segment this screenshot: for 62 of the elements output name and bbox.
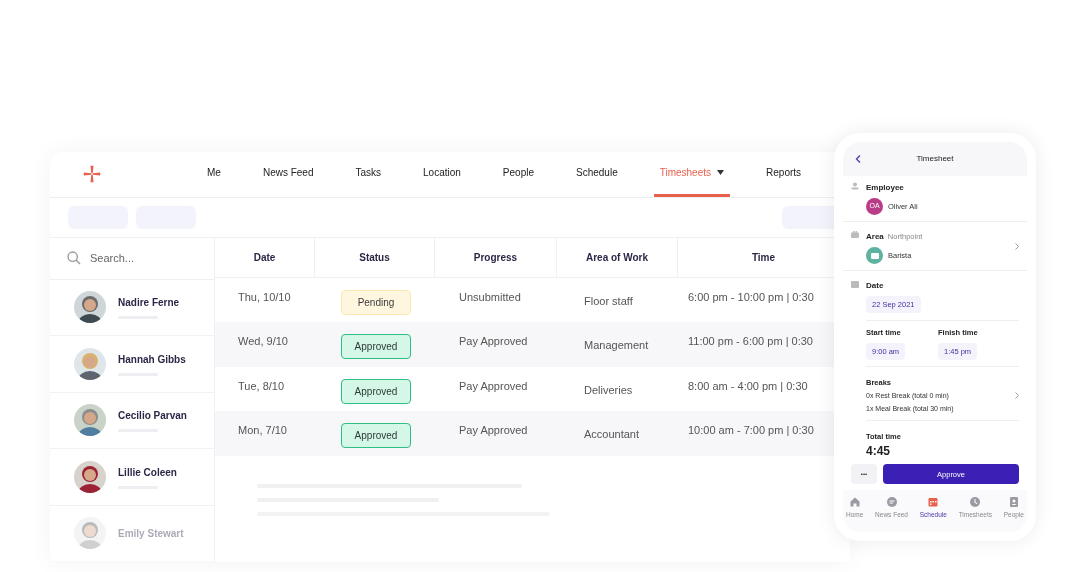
nav-tab[interactable]: Tasks: [349, 152, 388, 197]
nav-tab[interactable]: News Feed: [256, 152, 320, 197]
employee-item[interactable]: Cecilio Parvan: [50, 392, 214, 449]
nav-tab[interactable]: Schedule: [570, 152, 624, 197]
table-cell: Pay Approved: [459, 379, 528, 392]
status-badge: Approved: [341, 378, 411, 404]
table-cell: Accountant: [584, 428, 640, 440]
employee-name: Cecilio Parvan: [118, 409, 187, 424]
nav-tab[interactable]: Timesheets: [653, 152, 731, 197]
chat-icon: [885, 496, 898, 509]
employee-name: Lillie Coleen: [118, 465, 177, 480]
table-cell: 11:00 pm - 6:00 pm | 0:30: [688, 335, 813, 347]
calendar-icon: [851, 280, 859, 288]
table-cell: 6:00 pm - 10:00 pm | 0:30: [688, 290, 814, 303]
status-badge: Approved: [341, 423, 411, 448]
status-badge: Approved: [341, 334, 411, 359]
employee-item[interactable]: Hannah Gibbs: [50, 336, 214, 393]
calendar-icon: [927, 496, 940, 509]
nav-tab[interactable]: People: [496, 152, 540, 197]
column-header: Progress: [435, 237, 557, 277]
search-field[interactable]: Search...: [90, 249, 200, 267]
person-icon: [851, 182, 859, 190]
table-cell: Pay Approved: [459, 424, 528, 436]
caret-icon: [717, 170, 725, 176]
briefcase-icon: [866, 247, 883, 264]
chevron-right-icon[interactable]: [1015, 243, 1019, 250]
table-cell: Pay Approved: [459, 335, 528, 347]
total-time: 4:45: [866, 443, 892, 461]
screen-title: Timesheet: [916, 153, 954, 165]
employee-item[interactable]: Lillie Coleen: [50, 449, 214, 506]
employee-name: Emily Stewart: [118, 526, 184, 541]
employee-item[interactable]: Nadire Ferne: [50, 279, 214, 336]
column-header: Area of Work: [557, 237, 678, 277]
home-icon: [848, 496, 861, 509]
field-label: Employee: [866, 182, 905, 194]
table-cell: Floor staff: [584, 294, 633, 307]
clock-icon: [969, 496, 982, 509]
table-cell: Tue, 8/10: [238, 379, 285, 392]
field-label: Area: [866, 231, 884, 243]
column-header: Date: [215, 237, 315, 277]
logo-icon: [83, 165, 101, 184]
nav-tab[interactable]: Reports: [760, 152, 808, 197]
contact-card-icon: [1007, 496, 1020, 509]
table-cell: Deliveries: [584, 383, 633, 396]
employee-name: Hannah Gibbs: [118, 352, 186, 367]
search-icon: [66, 250, 82, 266]
table-cell: Mon, 7/10: [238, 424, 287, 436]
back-icon[interactable]: [855, 155, 861, 163]
employee-name: Nadire Ferne: [118, 296, 180, 311]
table-cell: Thu, 10/10: [238, 290, 291, 303]
chevron-right-icon[interactable]: [1015, 391, 1019, 399]
briefcase-icon: [851, 231, 859, 238]
nav-tab[interactable]: Me: [201, 152, 227, 197]
column-header: Status: [315, 237, 435, 277]
table-cell: Management: [584, 339, 649, 351]
table-cell: Wed, 9/10: [238, 335, 288, 347]
status-badge: Pending: [341, 289, 411, 315]
table-cell: Unsubmitted: [459, 290, 521, 303]
table-cell: 8:00 am - 4:00 pm | 0:30: [688, 379, 808, 392]
nav-tab[interactable]: Location: [417, 152, 467, 197]
field-label: Date: [866, 280, 885, 292]
table-cell: 10:00 am - 7:00 pm | 0:30: [688, 424, 814, 436]
